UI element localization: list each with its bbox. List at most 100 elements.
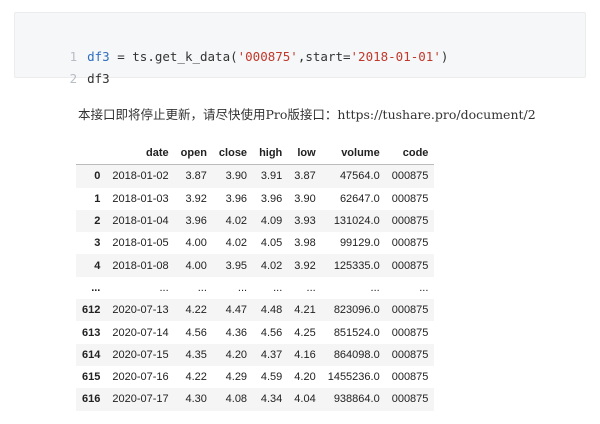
table-cell: 4.02 bbox=[260, 259, 283, 272]
code-paren: ) bbox=[440, 49, 449, 64]
table-cell: 3.92 bbox=[185, 192, 207, 205]
table-cell: 000875 bbox=[391, 371, 429, 384]
table-cell: 3.93 bbox=[294, 215, 316, 228]
row-index: 1 bbox=[94, 192, 101, 205]
table-cell: 000875 bbox=[391, 393, 429, 406]
table-row: 0 2018-01-02 3.87 3.90 3.91 3.87 47564.0 000875 bbox=[76, 164, 435, 188]
deprecation-notice: 本接口即将停止更新，请尽快使用Pro版接口：https://tushare.pr… bbox=[78, 107, 536, 122]
table-cell: 2020-07-13 bbox=[112, 304, 169, 317]
table-cell: 000875 bbox=[391, 259, 429, 272]
table-cell: 000875 bbox=[391, 192, 429, 205]
table-cell: 62647.0 bbox=[339, 192, 380, 205]
table-cell: 4.00 bbox=[185, 259, 207, 272]
table-cell: 3.87 bbox=[294, 170, 316, 183]
table-cell: 4.20 bbox=[294, 371, 316, 384]
table-cell: 3.96 bbox=[185, 215, 207, 228]
table-cell: ... bbox=[306, 281, 316, 294]
row-index: 0 bbox=[94, 170, 101, 183]
table-cell: 3.98 bbox=[294, 237, 316, 250]
table-cell: 2020-07-17 bbox=[112, 393, 169, 406]
row-index: ... bbox=[91, 281, 101, 294]
row-index: 2 bbox=[94, 215, 101, 228]
table-cell: 4.00 bbox=[185, 237, 207, 250]
table-cell: 4.56 bbox=[260, 326, 283, 339]
column-header: low bbox=[288, 142, 322, 166]
dataframe-table: date open close high low volume code 0 2018-01-… bbox=[76, 142, 435, 411]
table-row: 615 2020-07-16 4.22 4.29 4.59 4.20 1455236.0 00… bbox=[76, 365, 435, 389]
table-cell: 000875 bbox=[391, 326, 429, 339]
table-cell: 1455236.0 bbox=[327, 371, 380, 384]
table-cell: 4.48 bbox=[260, 304, 283, 317]
table-cell: 4.16 bbox=[294, 348, 316, 361]
table-cell: 3.90 bbox=[294, 192, 316, 205]
table-cell: 2018-01-04 bbox=[112, 215, 169, 228]
table-cell: 000875 bbox=[391, 304, 429, 317]
table-cell: 000875 bbox=[391, 348, 429, 361]
code-block[interactable]: 1 df3 = ts.get_k_data('000875',start='201… bbox=[14, 12, 586, 86]
table-cell: 4.21 bbox=[294, 304, 316, 317]
table-row: 613 2020-07-14 4.56 4.36 4.56 4.25 851524.0 000… bbox=[76, 321, 435, 344]
table-cell: 4.22 bbox=[185, 304, 207, 317]
table-cell: 2020-07-15 bbox=[112, 348, 169, 361]
row-index: 615 bbox=[82, 371, 101, 384]
table-cell: 4.47 bbox=[225, 304, 248, 317]
code-call: = ts.get_k_data( bbox=[109, 49, 238, 64]
table-cell: ... bbox=[273, 281, 283, 294]
table-cell: 3.95 bbox=[225, 259, 248, 272]
table-cell: ... bbox=[237, 281, 248, 294]
table-cell: 4.37 bbox=[260, 348, 283, 361]
row-index: 3 bbox=[94, 237, 101, 250]
table-row: ........................ bbox=[76, 276, 435, 300]
table-cell: 2018-01-02 bbox=[112, 170, 169, 183]
table-body: 0 2018-01-02 3.87 3.90 3.91 3.87 47564.0 000875… bbox=[76, 164, 435, 411]
table-row: 616 2020-07-17 4.30 4.08 4.34 4.04 938864.0 000… bbox=[76, 388, 435, 411]
table-cell: ... bbox=[197, 281, 207, 294]
table-cell: 4.34 bbox=[260, 393, 283, 406]
table-cell: 2020-07-14 bbox=[112, 326, 169, 339]
table-cell: 4.02 bbox=[225, 237, 248, 250]
table-cell: 000875 bbox=[391, 170, 429, 183]
column-header: close bbox=[212, 142, 254, 166]
row-index: 4 bbox=[94, 259, 101, 272]
column-header: date bbox=[106, 142, 175, 166]
code-line-2: 2 df3 bbox=[15, 46, 110, 86]
table-cell: 3.91 bbox=[260, 170, 283, 183]
table-cell: 4.30 bbox=[185, 393, 207, 406]
table-row: 612 2020-07-13 4.22 4.47 4.48 4.21 823096.0 000… bbox=[76, 299, 435, 322]
table-cell: 000875 bbox=[391, 237, 429, 250]
column-header: volume bbox=[321, 142, 386, 166]
row-index: 612 bbox=[82, 304, 101, 317]
table-cell: 4.36 bbox=[225, 326, 248, 339]
table-row: 4 2018-01-08 4.00 3.95 4.02 3.92 125335.0 00087… bbox=[76, 254, 435, 277]
table-cell: 4.08 bbox=[225, 393, 248, 406]
table-cell: 3.87 bbox=[185, 170, 207, 183]
table-cell: 4.02 bbox=[225, 215, 248, 228]
table-cell: 2020-07-16 bbox=[112, 371, 169, 384]
table-cell: 864098.0 bbox=[333, 348, 380, 361]
table-cell: 125335.0 bbox=[333, 259, 380, 272]
row-index: 614 bbox=[82, 348, 101, 361]
code-string-arg: '2018-01-01' bbox=[350, 49, 441, 64]
table-cell: 4.56 bbox=[185, 326, 207, 339]
row-index: 613 bbox=[82, 326, 101, 339]
table-cell: 3.96 bbox=[225, 192, 248, 205]
table-cell: 3.90 bbox=[225, 170, 248, 183]
table-cell: 3.96 bbox=[260, 192, 283, 205]
code-line-1: 1 df3 = ts.get_k_data('000875',start='201… bbox=[15, 24, 449, 64]
code-string-arg: '000875' bbox=[237, 49, 298, 64]
table-cell: 4.29 bbox=[225, 371, 248, 384]
table-cell: 4.35 bbox=[185, 348, 207, 361]
table-cell: 4.22 bbox=[185, 371, 207, 384]
code-text: df3 bbox=[87, 71, 110, 86]
index-header bbox=[76, 142, 107, 166]
table-cell: 131024.0 bbox=[333, 215, 380, 228]
table-row: 614 2020-07-15 4.35 4.20 4.37 4.16 864098.0 000… bbox=[76, 343, 435, 366]
table-cell: 4.59 bbox=[260, 371, 283, 384]
table-cell: 2018-01-05 bbox=[112, 237, 169, 250]
column-header: high bbox=[253, 142, 289, 166]
table-cell: 99129.0 bbox=[339, 237, 380, 250]
table-cell: 2018-01-03 bbox=[112, 192, 169, 205]
table-cell: ... bbox=[370, 281, 380, 294]
table-cell: 4.04 bbox=[294, 393, 316, 406]
line-number: 2 bbox=[69, 71, 78, 86]
